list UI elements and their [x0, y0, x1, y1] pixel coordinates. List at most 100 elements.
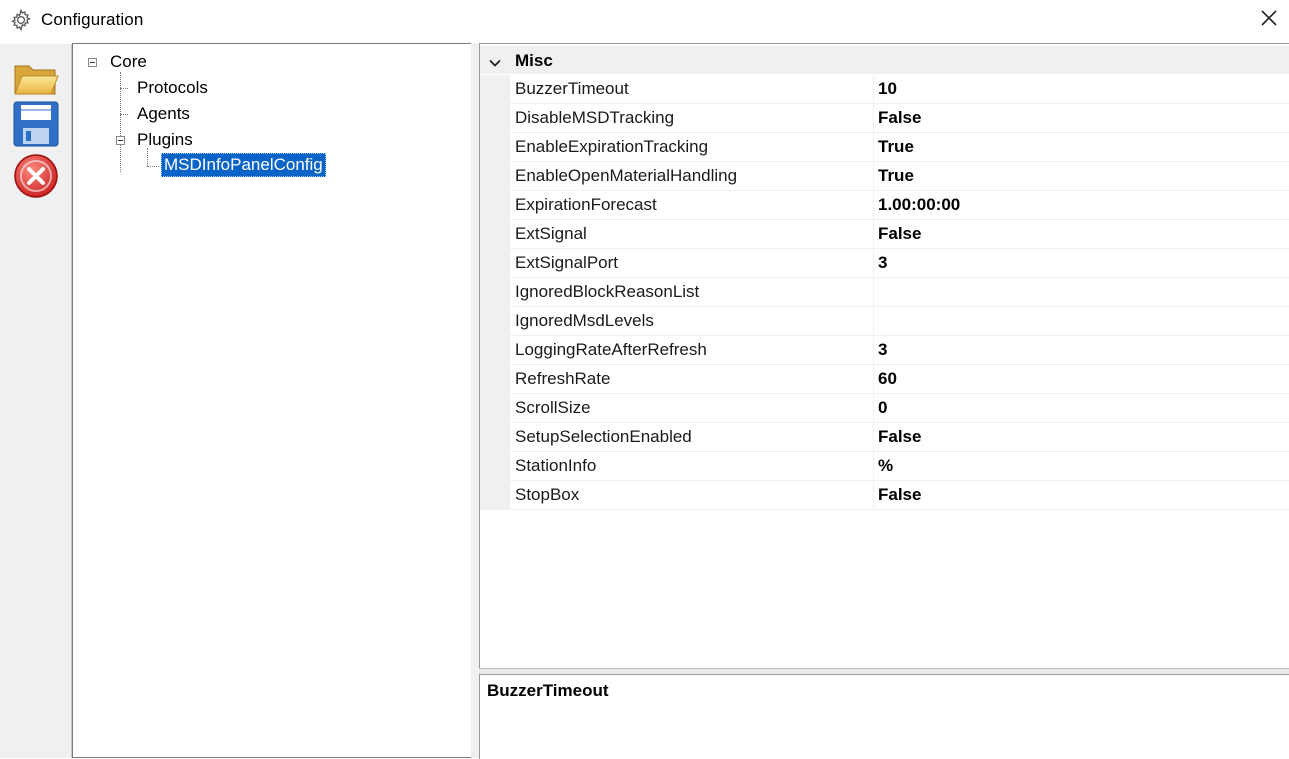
column-divider[interactable]	[873, 191, 874, 220]
column-divider[interactable]	[873, 365, 874, 394]
window-title: Configuration	[41, 10, 144, 29]
column-divider[interactable]	[873, 104, 874, 133]
property-name: LoggingRateAfterRefresh	[515, 340, 707, 359]
column-divider[interactable]	[873, 75, 874, 104]
property-row[interactable]: IgnoredBlockReasonList	[480, 278, 1289, 307]
property-row[interactable]: LoggingRateAfterRefresh 3	[480, 336, 1289, 365]
property-value[interactable]: 1.00:00:00	[878, 195, 960, 215]
property-name: StationInfo	[515, 456, 597, 475]
tree-node-plugins[interactable]: Plugins	[137, 129, 193, 151]
column-divider[interactable]	[873, 307, 874, 336]
property-row[interactable]: ExtSignal False	[480, 220, 1289, 249]
row-gutter	[480, 278, 510, 307]
property-row[interactable]: ScrollSize 0	[480, 394, 1289, 423]
property-name: StopBox	[515, 485, 580, 504]
property-value[interactable]: True	[878, 166, 914, 186]
property-row[interactable]: StationInfo %	[480, 452, 1289, 481]
row-gutter	[480, 249, 510, 278]
property-row[interactable]: IgnoredMsdLevels	[480, 307, 1289, 336]
column-divider[interactable]	[873, 220, 874, 249]
tree-node-msdinfopanelconfig[interactable]: MSDInfoPanelConfig	[161, 153, 326, 177]
tree-connector	[120, 114, 128, 115]
property-value[interactable]: 60	[878, 369, 897, 389]
property-value[interactable]: False	[878, 427, 921, 447]
description-title: BuzzerTimeout	[487, 681, 609, 700]
property-grid[interactable]: Misc BuzzerTimeout 10 DisableMSDTracking…	[479, 43, 1289, 670]
property-value[interactable]: 3	[878, 340, 887, 360]
row-gutter	[480, 394, 510, 423]
property-name: IgnoredBlockReasonList	[515, 282, 700, 301]
property-row[interactable]: ExpirationForecast 1.00:00:00	[480, 191, 1289, 220]
property-name: ExtSignal	[515, 224, 587, 243]
column-divider[interactable]	[873, 336, 874, 365]
property-value[interactable]: %	[878, 456, 893, 476]
row-gutter	[480, 481, 510, 510]
property-row[interactable]: SetupSelectionEnabled False	[480, 423, 1289, 452]
tree-node-core[interactable]: Core	[110, 51, 147, 73]
property-rows: BuzzerTimeout 10 DisableMSDTracking Fals…	[480, 75, 1289, 510]
property-row[interactable]: DisableMSDTracking False	[480, 104, 1289, 133]
open-button[interactable]	[12, 58, 60, 102]
config-tree[interactable]: Core Protocols Agents Plugins MSDInfoPan…	[72, 43, 472, 758]
column-divider[interactable]	[873, 423, 874, 452]
property-value[interactable]: False	[878, 224, 921, 244]
tree-connector	[147, 166, 159, 167]
property-row[interactable]: BuzzerTimeout 10	[480, 75, 1289, 104]
property-row[interactable]: EnableExpirationTracking True	[480, 133, 1289, 162]
column-divider[interactable]	[873, 481, 874, 510]
property-row[interactable]: RefreshRate 60	[480, 365, 1289, 394]
chevron-down-icon[interactable]	[489, 55, 501, 73]
category-label: Misc	[515, 51, 553, 70]
property-value[interactable]: True	[878, 137, 914, 157]
tree-node-protocols[interactable]: Protocols	[137, 77, 208, 99]
category-header[interactable]: Misc	[480, 46, 1289, 74]
property-name: SetupSelectionEnabled	[515, 427, 692, 446]
floppy-disk-icon	[12, 101, 60, 152]
tree-connector	[120, 88, 128, 89]
collapse-icon[interactable]	[116, 136, 125, 145]
title-bar: Configuration	[0, 0, 1289, 41]
property-row[interactable]: EnableOpenMaterialHandling True	[480, 162, 1289, 191]
column-divider[interactable]	[873, 162, 874, 191]
row-gutter	[480, 307, 510, 336]
property-name: BuzzerTimeout	[515, 79, 629, 98]
row-gutter	[480, 75, 510, 104]
cancel-button[interactable]	[12, 152, 60, 198]
vertical-splitter[interactable]	[471, 43, 479, 758]
tree-node-agents[interactable]: Agents	[137, 103, 190, 125]
row-gutter	[480, 365, 510, 394]
row-gutter	[480, 133, 510, 162]
column-divider[interactable]	[873, 133, 874, 162]
property-value[interactable]: 3	[878, 253, 887, 273]
row-gutter	[480, 162, 510, 191]
side-toolbar	[0, 44, 72, 758]
property-name: RefreshRate	[515, 369, 611, 388]
property-value[interactable]: 10	[878, 79, 897, 99]
property-name: IgnoredMsdLevels	[515, 311, 654, 330]
property-name: ExtSignalPort	[515, 253, 618, 272]
column-divider[interactable]	[873, 452, 874, 481]
close-icon	[1260, 9, 1278, 32]
property-name: ExpirationForecast	[515, 195, 657, 214]
column-divider[interactable]	[873, 249, 874, 278]
property-name: DisableMSDTracking	[515, 108, 675, 127]
red-x-circle-icon	[12, 154, 60, 204]
description-pane: BuzzerTimeout	[479, 674, 1289, 759]
row-gutter	[480, 220, 510, 249]
close-button[interactable]	[1252, 4, 1286, 36]
property-name: EnableOpenMaterialHandling	[515, 166, 738, 185]
property-row[interactable]: ExtSignalPort 3	[480, 249, 1289, 278]
property-value[interactable]: 0	[878, 398, 887, 418]
property-name: EnableExpirationTracking	[515, 137, 709, 156]
row-gutter	[480, 191, 510, 220]
save-button[interactable]	[12, 100, 60, 147]
property-value[interactable]: False	[878, 108, 921, 128]
column-divider[interactable]	[873, 394, 874, 423]
property-value[interactable]: False	[878, 485, 921, 505]
row-gutter	[480, 452, 510, 481]
property-row[interactable]: StopBox False	[480, 481, 1289, 510]
collapse-icon[interactable]	[88, 58, 97, 67]
column-divider[interactable]	[873, 278, 874, 307]
gear-icon	[9, 8, 33, 32]
row-gutter	[480, 104, 510, 133]
